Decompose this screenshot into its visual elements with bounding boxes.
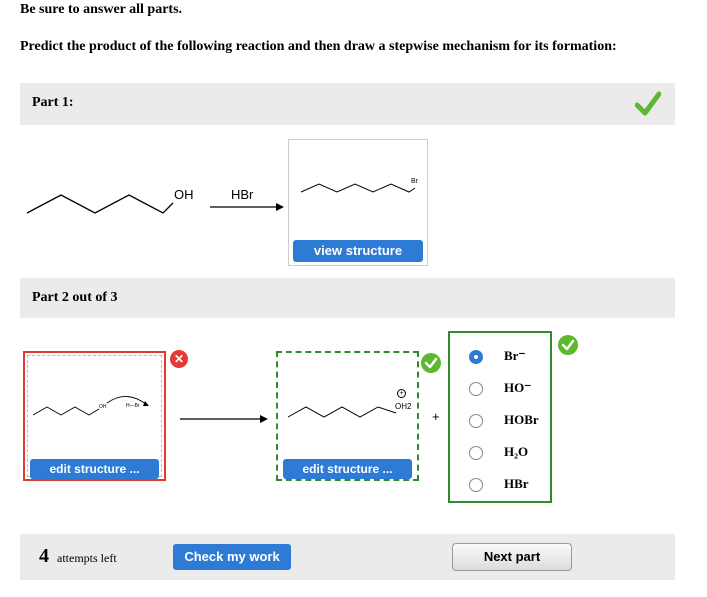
plus-sign: + — [432, 409, 440, 424]
product-structure-box: Br view structure — [288, 139, 428, 266]
correct-check-icon — [421, 353, 441, 373]
part2-header: Part 2 out of 3 — [20, 278, 675, 318]
part2-label: Part 2 out of 3 — [32, 290, 118, 305]
instruction-text: Be sure to answer all parts. — [20, 2, 183, 17]
footer-bar: 4 attempts left Check my work Next part — [20, 534, 675, 580]
option-label-h2o: H₂O — [504, 444, 529, 459]
check-mark-icon — [635, 91, 661, 116]
left-oh-label: OH — [99, 404, 107, 410]
option-label-hbr: HBr — [504, 476, 529, 491]
option-radio-br[interactable] — [469, 350, 483, 364]
left-mechanism-drawing — [32, 396, 149, 416]
next-part-button[interactable]: Next part — [452, 543, 572, 571]
reagent-label: HBr — [231, 187, 254, 202]
product-br-label: Br — [411, 178, 418, 185]
left-edit-structure-button[interactable]: edit structure ... — [30, 459, 159, 479]
option-radio-ho[interactable] — [469, 382, 483, 396]
option-label-hobr: HOBr — [504, 412, 539, 427]
left-hbr-label: H—Br — [126, 403, 140, 409]
right-edit-structure-button[interactable]: edit structure ... — [283, 459, 412, 479]
reactant-oh-label: OH — [174, 187, 194, 202]
check-my-work-button[interactable]: Check my work — [173, 544, 291, 570]
attempts-count: 4 — [39, 545, 49, 567]
product-skeleton — [300, 183, 416, 193]
mechanism-arrow — [180, 415, 268, 423]
question-text: Predict the product of the following rea… — [20, 39, 617, 54]
option-label-ho: HO⁻ — [504, 380, 532, 395]
right-structure-box[interactable]: OH2 + edit structure ... — [276, 351, 419, 481]
view-structure-button[interactable]: view structure — [293, 240, 423, 262]
option-label-br: Br⁻ — [504, 348, 526, 363]
option-radio-hbr[interactable] — [469, 478, 483, 492]
option-radio-h2o[interactable] — [469, 446, 483, 460]
reactant-skeleton — [26, 194, 174, 214]
positive-charge-label: + — [397, 389, 406, 398]
reaction-arrow — [210, 203, 284, 211]
part1-label: Part 1: — [32, 95, 74, 110]
attempts-text: attempts left — [57, 551, 117, 565]
answer-options-box: Br⁻ HO⁻ HOBr H₂O HBr — [448, 331, 552, 503]
right-oh2-label: OH2 — [395, 402, 412, 411]
left-structure-box[interactable]: OH H—Br edit structure ... — [23, 351, 166, 481]
options-correct-check-icon — [558, 335, 578, 355]
option-radio-hobr[interactable] — [469, 414, 483, 428]
right-mechanism-drawing — [287, 406, 397, 418]
incorrect-icon: ✕ — [170, 350, 188, 368]
part1-header: Part 1: — [20, 83, 675, 125]
